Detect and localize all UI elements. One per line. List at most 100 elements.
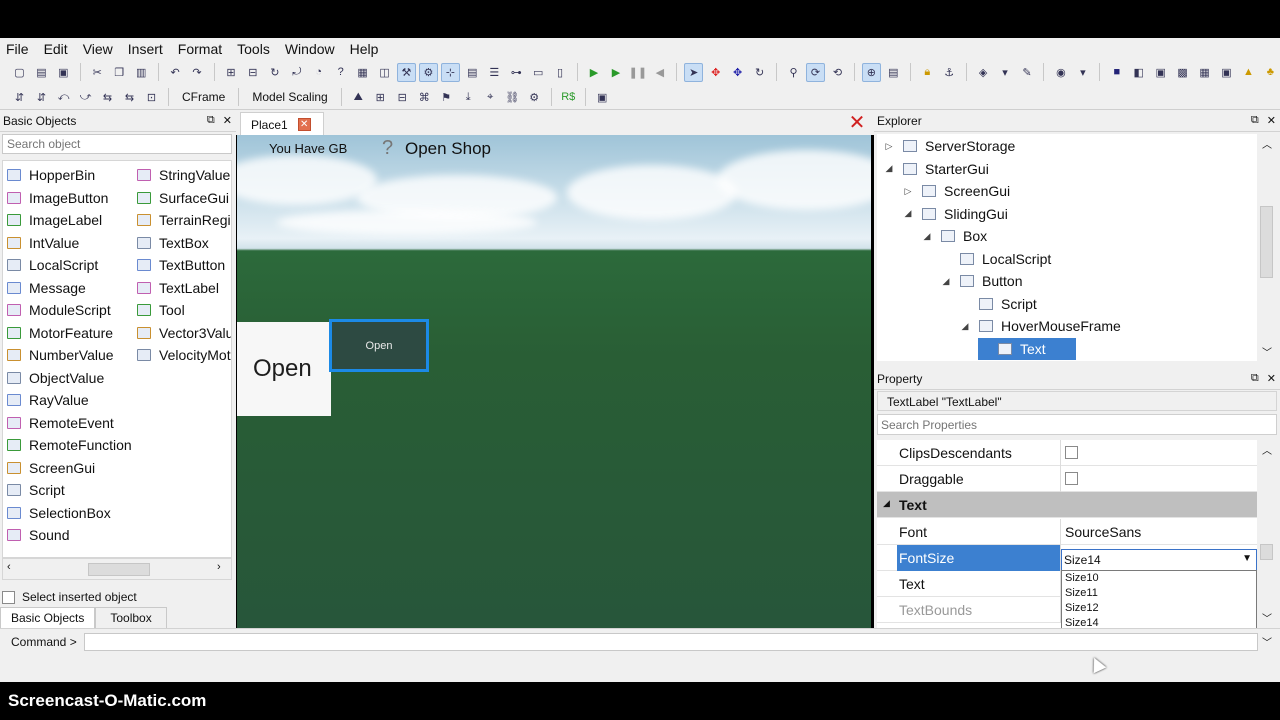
scroll-thumb[interactable]: [88, 563, 150, 576]
object-list-item[interactable]: TextLabel: [137, 277, 231, 299]
scale-icon[interactable]: ✥: [728, 63, 747, 82]
menu-tools[interactable]: Tools: [237, 41, 270, 57]
object-list-item[interactable]: Message: [7, 277, 135, 299]
glue-icon[interactable]: ▩: [1173, 63, 1192, 82]
3d-viewport[interactable]: You Have GB ? Open Shop Open Open: [237, 135, 871, 628]
doc-icon[interactable]: ▯: [551, 63, 570, 82]
close-icon[interactable]: ✕: [1267, 114, 1276, 127]
universal-icon[interactable]: ♣: [1261, 63, 1280, 82]
pencil-icon[interactable]: ✎: [1018, 63, 1037, 82]
tilt-icon[interactable]: ⤾: [287, 63, 306, 82]
font-size-option[interactable]: Size12: [1062, 601, 1256, 616]
select-icon[interactable]: ➤: [684, 62, 704, 82]
expand-arrow-icon[interactable]: ▷: [902, 186, 914, 197]
anchor-icon[interactable]: ⚓︎: [940, 63, 959, 82]
align-icon[interactable]: ▤: [463, 63, 482, 82]
close-tab-icon[interactable]: ✕: [297, 118, 311, 131]
terrain-paint-icon[interactable]: ⛓: [503, 88, 522, 107]
expand-arrow-icon[interactable]: ◢: [940, 276, 952, 287]
weld-icon[interactable]: ▦: [1195, 63, 1214, 82]
dropdown-arrow-icon[interactable]: ▼: [1242, 553, 1252, 564]
explorer-node[interactable]: ◢ StarterGui: [883, 158, 989, 180]
object-list-item[interactable]: ModuleScript: [7, 299, 135, 321]
explorer-node[interactable]: ▷ ScreenGui: [902, 180, 1011, 202]
screenshot-icon[interactable]: ▣: [593, 88, 612, 107]
font-size-option[interactable]: Size11: [1062, 586, 1256, 601]
nudge-icon[interactable]: ⇆: [98, 88, 117, 107]
explorer-node[interactable]: ◢ Button: [940, 270, 1023, 292]
explorer-node[interactable]: Script: [959, 293, 1037, 315]
collapse-arrow-icon[interactable]: ◢: [883, 498, 890, 509]
object-list-item[interactable]: VelocityMotor: [137, 344, 231, 366]
material-icon[interactable]: ◉: [1051, 63, 1070, 82]
explorer-node[interactable]: ◢ Box: [921, 225, 988, 247]
object-list-item[interactable]: ImageLabel: [7, 209, 135, 231]
property-row[interactable]: Draggable: [877, 466, 1257, 493]
horizontal-scrollbar[interactable]: ‹ ›: [2, 558, 232, 580]
terrain-remove-icon[interactable]: ⊟: [393, 88, 412, 107]
object-list-item[interactable]: Vector3Value: [137, 322, 231, 344]
close-document-icon[interactable]: ✕: [848, 113, 866, 133]
expand-arrow-icon[interactable]: ▷: [883, 141, 895, 152]
rotate-tool-icon[interactable]: ↻: [750, 63, 769, 82]
camera-icon[interactable]: ⚲: [784, 63, 803, 82]
scroll-down-icon[interactable]: ﹀: [1262, 344, 1272, 359]
explorer-scrollbar[interactable]: ︿ ﹀: [1258, 134, 1276, 361]
command-input[interactable]: [84, 633, 1258, 651]
wedge-icon[interactable]: ◧: [1129, 63, 1148, 82]
align-icon[interactable]: ⇵: [32, 88, 51, 107]
scroll-down-icon[interactable]: ﹀: [1262, 610, 1272, 625]
property-checkbox[interactable]: [1065, 446, 1078, 459]
group-icon[interactable]: ⊞: [222, 63, 241, 82]
nudge-icon[interactable]: ⇆: [120, 88, 139, 107]
search-object-input[interactable]: [2, 134, 232, 154]
object-list-item[interactable]: TerrainRegion: [137, 209, 231, 231]
float-icon[interactable]: ⧉: [1251, 372, 1259, 385]
object-list-item[interactable]: RemoteFunction: [7, 434, 135, 456]
window-icon[interactable]: ▭: [529, 63, 548, 82]
terrain-grow-icon[interactable]: ⌘: [415, 88, 434, 107]
scroll-thumb[interactable]: [1260, 544, 1273, 560]
snap-icon[interactable]: ◫: [375, 63, 394, 82]
object-list-item[interactable]: Tool: [137, 299, 231, 321]
part-icon[interactable]: ■: [1107, 63, 1126, 82]
expand-arrow-icon[interactable]: ◢: [883, 163, 895, 174]
camera-pan-icon[interactable]: ⟲: [828, 63, 847, 82]
property-row[interactable]: ◢ Text: [877, 492, 1257, 519]
menu-help[interactable]: Help: [350, 41, 379, 57]
explorer-node[interactable]: ◢ HoverMouseFrame: [959, 315, 1121, 337]
object-list-item[interactable]: IntValue: [7, 232, 135, 254]
undo-icon[interactable]: ↶: [166, 63, 185, 82]
object-list-item[interactable]: TextBox: [137, 232, 231, 254]
select-inserted-checkbox[interactable]: [2, 590, 15, 604]
grid-icon[interactable]: ▦: [353, 63, 372, 82]
explorer-node[interactable]: LocalScript: [940, 248, 1051, 270]
chevron-down-icon[interactable]: ﹀: [1262, 634, 1272, 649]
lock-icon[interactable]: ◔: [309, 63, 328, 82]
object-list-item[interactable]: SelectionBox: [7, 502, 135, 524]
font-size-select[interactable]: Size14 ▼: [1061, 548, 1257, 571]
property-scrollbar[interactable]: ︿ ﹀: [1258, 440, 1276, 628]
object-list-item[interactable]: ObjectValue: [7, 367, 135, 389]
menu-format[interactable]: Format: [178, 41, 222, 57]
surface-icon[interactable]: ▣: [1151, 63, 1170, 82]
reset-icon[interactable]: ◀: [650, 63, 669, 82]
float-icon[interactable]: ⧉: [207, 114, 215, 127]
search-properties-input[interactable]: [877, 414, 1277, 435]
open-button[interactable]: Open: [329, 319, 429, 372]
explorer-node[interactable]: ▷ ServerStorage: [883, 135, 1016, 157]
scroll-right-icon[interactable]: ›: [217, 561, 221, 573]
property-row[interactable]: Font SourceSans: [877, 518, 1257, 545]
save-icon[interactable]: ▣: [54, 63, 73, 82]
scroll-up-icon[interactable]: ︿: [1262, 442, 1272, 457]
local-space-icon[interactable]: ⊕: [861, 62, 881, 82]
scroll-thumb[interactable]: [1260, 206, 1273, 278]
object-list-item[interactable]: Script: [7, 479, 135, 501]
menu-file[interactable]: File: [6, 41, 29, 57]
rotate-left-icon[interactable]: ⤺: [54, 88, 73, 107]
menu-insert[interactable]: Insert: [128, 41, 163, 57]
object-list-item[interactable]: HopperBin: [7, 164, 135, 186]
open-panel[interactable]: Open: [237, 322, 331, 416]
clipboard-icon[interactable]: ▤: [884, 63, 903, 82]
terrain-smooth-icon[interactable]: ⤓: [459, 88, 478, 107]
